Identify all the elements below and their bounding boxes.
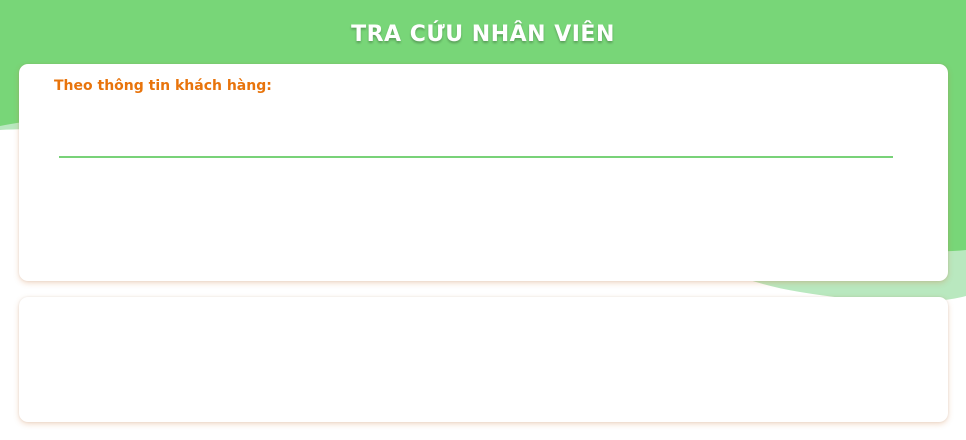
results-card <box>19 297 948 422</box>
search-label: Theo thông tin khách hàng: <box>54 78 272 94</box>
search-card: Theo thông tin khách hàng: <box>19 64 948 281</box>
page-title: TRA CỨU NHÂN VIÊN <box>351 22 615 47</box>
customer-search-input[interactable] <box>59 130 893 158</box>
